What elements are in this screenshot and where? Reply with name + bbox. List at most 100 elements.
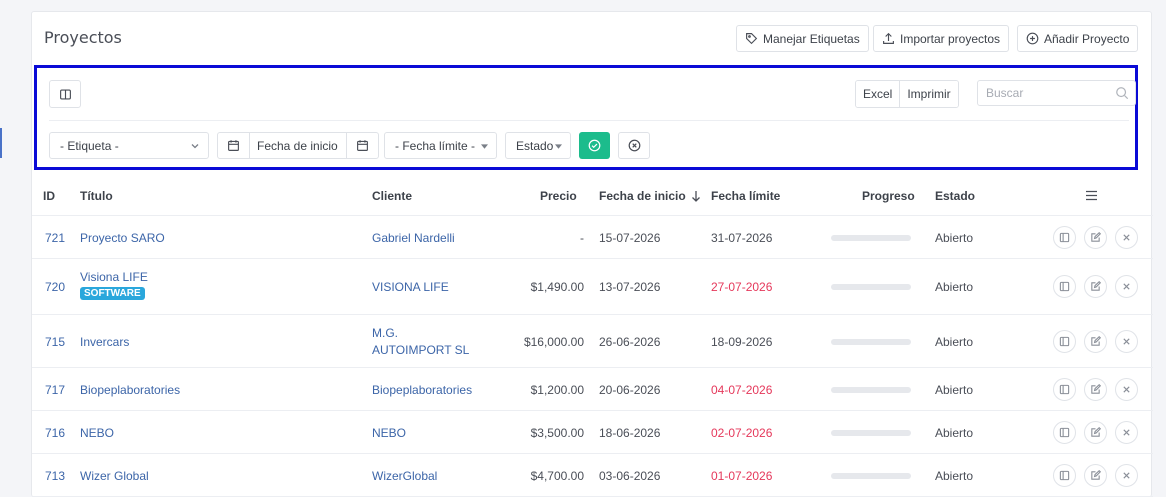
- import-projects-button[interactable]: Importar proyectos: [873, 25, 1010, 52]
- delete-button[interactable]: [1115, 378, 1138, 401]
- close-icon: [1123, 283, 1130, 290]
- client-link[interactable]: NEBO: [372, 426, 406, 440]
- delete-button[interactable]: [1115, 421, 1138, 444]
- search-input[interactable]: Buscar: [977, 80, 1136, 106]
- row-start-date: 26-06-2026: [599, 335, 661, 349]
- project-title-link[interactable]: Proyecto SARO: [80, 231, 165, 245]
- print-button[interactable]: Imprimir: [899, 81, 958, 107]
- row-id[interactable]: 720: [45, 280, 65, 294]
- apply-filters-button[interactable]: [579, 132, 610, 159]
- client-link[interactable]: VISIONA LIFE: [372, 280, 449, 294]
- row-price: $1,200.00: [530, 383, 584, 397]
- card-header: Proyectos Manejar Etiquetas Importar pro…: [32, 12, 1151, 62]
- table-row: 721 Proyecto SARO Gabriel Nardelli - 15-07-2…: [32, 216, 1153, 259]
- project-title-link[interactable]: Visiona LIFE: [80, 270, 148, 284]
- view-icon: [1059, 384, 1070, 395]
- row-start-date: 15-07-2026: [599, 231, 661, 245]
- delete-button[interactable]: [1115, 226, 1138, 249]
- progress-bar: [831, 473, 911, 479]
- filter-divider: [49, 120, 1129, 121]
- add-project-button[interactable]: Añadir Proyecto: [1017, 25, 1139, 52]
- view-button[interactable]: [1053, 275, 1076, 298]
- caret-down-icon: [555, 144, 562, 149]
- delete-button[interactable]: [1115, 330, 1138, 353]
- row-status: Abierto: [935, 231, 974, 245]
- edit-button[interactable]: [1084, 330, 1107, 353]
- view-button[interactable]: [1053, 226, 1076, 249]
- col-header-id[interactable]: ID: [43, 189, 55, 203]
- edit-button[interactable]: [1084, 421, 1107, 444]
- edit-button[interactable]: [1084, 464, 1107, 487]
- col-header-client[interactable]: Cliente: [372, 189, 412, 203]
- client-link[interactable]: Gabriel Nardelli: [372, 231, 455, 245]
- start-date-filter[interactable]: Fecha de inicio: [217, 132, 379, 159]
- row-start-date: 20-06-2026: [599, 383, 661, 397]
- row-client-cell: M.G. AUTOIMPORT SL: [372, 325, 469, 359]
- menu-icon[interactable]: [1085, 190, 1098, 201]
- project-title-link[interactable]: NEBO: [80, 426, 114, 440]
- row-status: Abierto: [935, 335, 974, 349]
- row-id[interactable]: 721: [45, 231, 65, 245]
- view-button[interactable]: [1053, 330, 1076, 353]
- edit-icon: [1091, 281, 1101, 291]
- progress-bar: [831, 430, 911, 436]
- search-placeholder: Buscar: [986, 86, 1024, 100]
- excel-button[interactable]: Excel: [856, 81, 900, 107]
- edit-icon: [1091, 336, 1101, 346]
- deadline-filter-select[interactable]: - Fecha límite -: [384, 132, 497, 159]
- table-row: 720 Visiona LIFE SOFTWARE VISIONA LIFE $1…: [32, 259, 1153, 315]
- edit-button[interactable]: [1084, 226, 1107, 249]
- client-link-line2[interactable]: AUTOIMPORT SL: [372, 342, 469, 359]
- col-header-start[interactable]: Fecha de inicio: [599, 189, 686, 203]
- upload-icon: [883, 32, 894, 44]
- view-button[interactable]: [1053, 421, 1076, 444]
- start-date-calendar-button[interactable]: [218, 133, 249, 158]
- edit-button[interactable]: [1084, 378, 1107, 401]
- end-date-calendar-button[interactable]: [347, 133, 378, 158]
- x-circle-icon: [628, 139, 640, 152]
- progress-bar: [831, 387, 911, 393]
- col-header-deadline[interactable]: Fecha límite: [711, 189, 780, 203]
- view-icon: [1059, 336, 1070, 347]
- column-visibility-button[interactable]: [49, 80, 81, 108]
- row-id[interactable]: 713: [45, 469, 65, 483]
- project-title-link[interactable]: Invercars: [80, 335, 129, 349]
- col-header-price[interactable]: Precio: [540, 189, 577, 203]
- row-id[interactable]: 715: [45, 335, 65, 349]
- table-row: 717 Biopeplaboratories Biopeplaboratories $…: [32, 368, 1153, 411]
- start-date-label[interactable]: Fecha de inicio: [249, 133, 347, 158]
- edit-button[interactable]: [1084, 275, 1107, 298]
- project-title-link[interactable]: Wizer Global: [80, 469, 149, 483]
- client-link[interactable]: Biopeplaboratories: [372, 383, 472, 397]
- row-id[interactable]: 717: [45, 383, 65, 397]
- label-filter-select[interactable]: - Etiqueta -: [49, 132, 209, 159]
- delete-button[interactable]: [1115, 275, 1138, 298]
- col-header-status[interactable]: Estado: [935, 189, 975, 203]
- row-start-date: 03-06-2026: [599, 469, 661, 483]
- edit-icon: [1091, 384, 1101, 394]
- clear-filters-button[interactable]: [618, 132, 650, 159]
- client-link[interactable]: M.G.: [372, 325, 469, 342]
- col-header-title[interactable]: Título: [80, 189, 113, 203]
- status-filter-select[interactable]: Estado: [505, 132, 571, 159]
- delete-button[interactable]: [1115, 464, 1138, 487]
- view-button[interactable]: [1053, 378, 1076, 401]
- manage-labels-button[interactable]: Manejar Etiquetas: [736, 25, 869, 52]
- row-id[interactable]: 716: [45, 426, 65, 440]
- client-link[interactable]: WizerGlobal: [372, 469, 437, 483]
- project-title-link[interactable]: Biopeplaboratories: [80, 383, 180, 397]
- close-icon: [1123, 386, 1130, 393]
- col-header-progress[interactable]: Progreso: [862, 189, 915, 203]
- progress-bar: [831, 284, 911, 290]
- row-start-date: 18-06-2026: [599, 426, 661, 440]
- caret-down-icon: [481, 144, 488, 149]
- view-button[interactable]: [1053, 464, 1076, 487]
- view-icon: [1059, 470, 1070, 481]
- columns-icon: [59, 88, 71, 100]
- close-icon: [1123, 338, 1130, 345]
- row-price: $4,700.00: [530, 469, 584, 483]
- sort-down-icon[interactable]: [691, 190, 701, 202]
- row-price: $16,000.00: [523, 335, 584, 349]
- row-deadline: 02-07-2026: [711, 426, 773, 440]
- projects-card: Proyectos Manejar Etiquetas Importar pro…: [31, 11, 1153, 497]
